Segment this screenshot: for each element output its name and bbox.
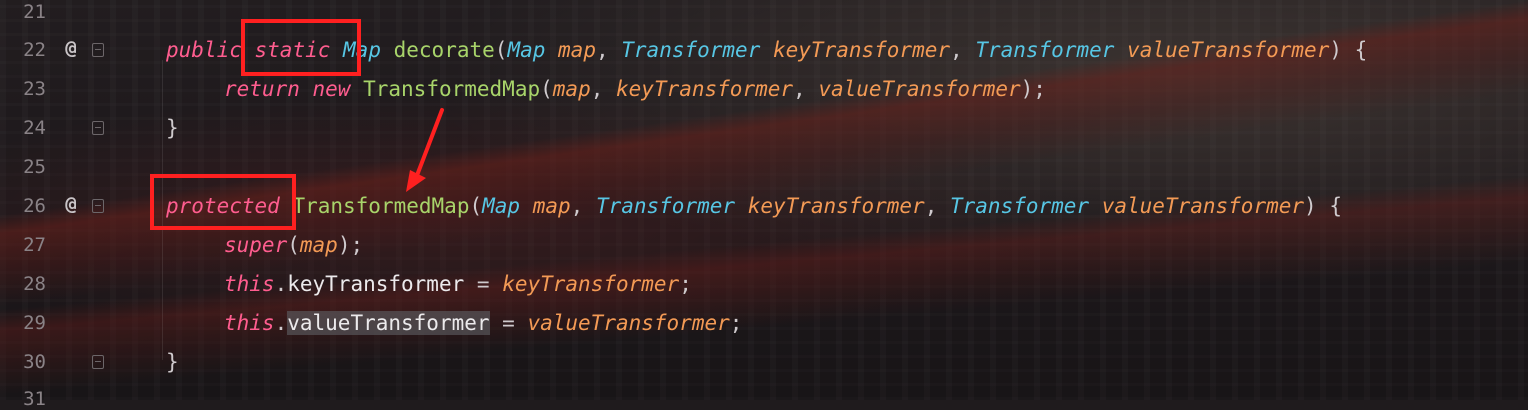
code-line-29[interactable]: this.valueTransformer = valueTransformer… [224,311,742,335]
line-number: 24 [23,117,46,139]
code-line-24[interactable]: } [166,116,179,140]
keyword-return: return [224,77,300,101]
highlight-box-protected [150,174,296,230]
line-number: 26 [23,195,46,217]
type-transformer: Transformer [975,38,1115,62]
closing-brace: } [166,350,179,374]
keyword-this: this [224,311,275,335]
line-number: 23 [23,78,46,100]
keyword-new: new [312,77,351,101]
field-value-transformer: valueTransformer [287,311,490,335]
code-line-26[interactable]: protected TransformedMap(Map map, Transf… [166,194,1342,218]
code-line-30[interactable]: } [166,350,179,374]
code-line-23[interactable]: return new TransformedMap(map, keyTransf… [224,77,1046,101]
param-value-transformer: valueTransformer [1101,194,1305,218]
method-decorate: decorate [393,38,495,62]
override-annotation-icon[interactable]: @ [60,194,82,214]
fold-end-icon[interactable] [92,121,104,135]
line-number: 22 [23,39,46,61]
fold-collapse-icon[interactable] [92,43,104,57]
field-key-transformer: keyTransformer [287,272,465,296]
type-transformer: Transformer [595,194,736,218]
line-number: 29 [23,312,46,334]
type-transformer: Transformer [950,194,1090,218]
fold-collapse-icon[interactable] [92,199,104,213]
line-number: 28 [23,273,46,295]
param-key-transformer: keyTransformer [773,38,951,62]
code-line-28[interactable]: this.keyTransformer = keyTransformer; [224,272,692,296]
line-number: 31 [23,388,46,410]
param-map: map [558,38,596,62]
fold-end-icon[interactable] [92,355,104,369]
line-number: 25 [23,156,46,178]
param-map: map [532,194,571,218]
line-number: 27 [23,234,46,256]
type-map: Map [507,38,546,62]
param-key-transformer: keyTransformer [747,194,925,218]
param-value-transformer: valueTransformer [1127,38,1330,62]
highlight-box-static [241,19,361,76]
keyword-public: public [166,38,242,62]
override-annotation-icon[interactable]: @ [60,38,82,58]
closing-brace: } [166,116,179,140]
code-line-27[interactable]: super(map); [224,233,363,257]
keyword-this: this [224,272,275,296]
line-number: 21 [23,1,46,23]
line-number: 30 [23,351,46,373]
red-arrow-annotation [406,108,444,192]
type-transformer: Transformer [621,38,761,62]
editor-gutter: 21 22 23 24 25 26 27 28 29 30 31 @ @ [0,0,160,409]
constructor-call: TransformedMap [363,77,541,101]
type-map: Map [482,194,521,218]
keyword-super: super [224,233,288,257]
